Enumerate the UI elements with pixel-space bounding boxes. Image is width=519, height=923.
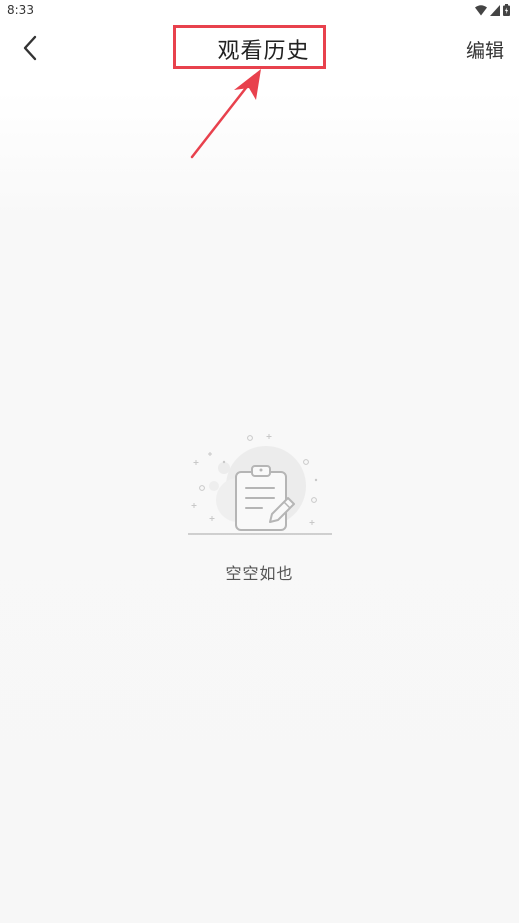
empty-clipboard-icon	[188, 434, 332, 535]
battery-icon	[503, 4, 510, 16]
wifi-icon	[475, 4, 487, 16]
title-highlight-box	[173, 25, 326, 69]
signal-icon	[490, 4, 500, 16]
edit-button[interactable]: 编辑	[466, 36, 504, 63]
status-bar: 8:33	[0, 0, 519, 22]
annotation-arrow-icon	[190, 69, 261, 159]
watch-history-screen: 8:33 观看历史 编辑 空空如也	[0, 0, 519, 923]
empty-state-message: 空空如也	[225, 564, 294, 583]
status-icons	[475, 4, 510, 16]
status-time: 8:33	[7, 3, 34, 17]
